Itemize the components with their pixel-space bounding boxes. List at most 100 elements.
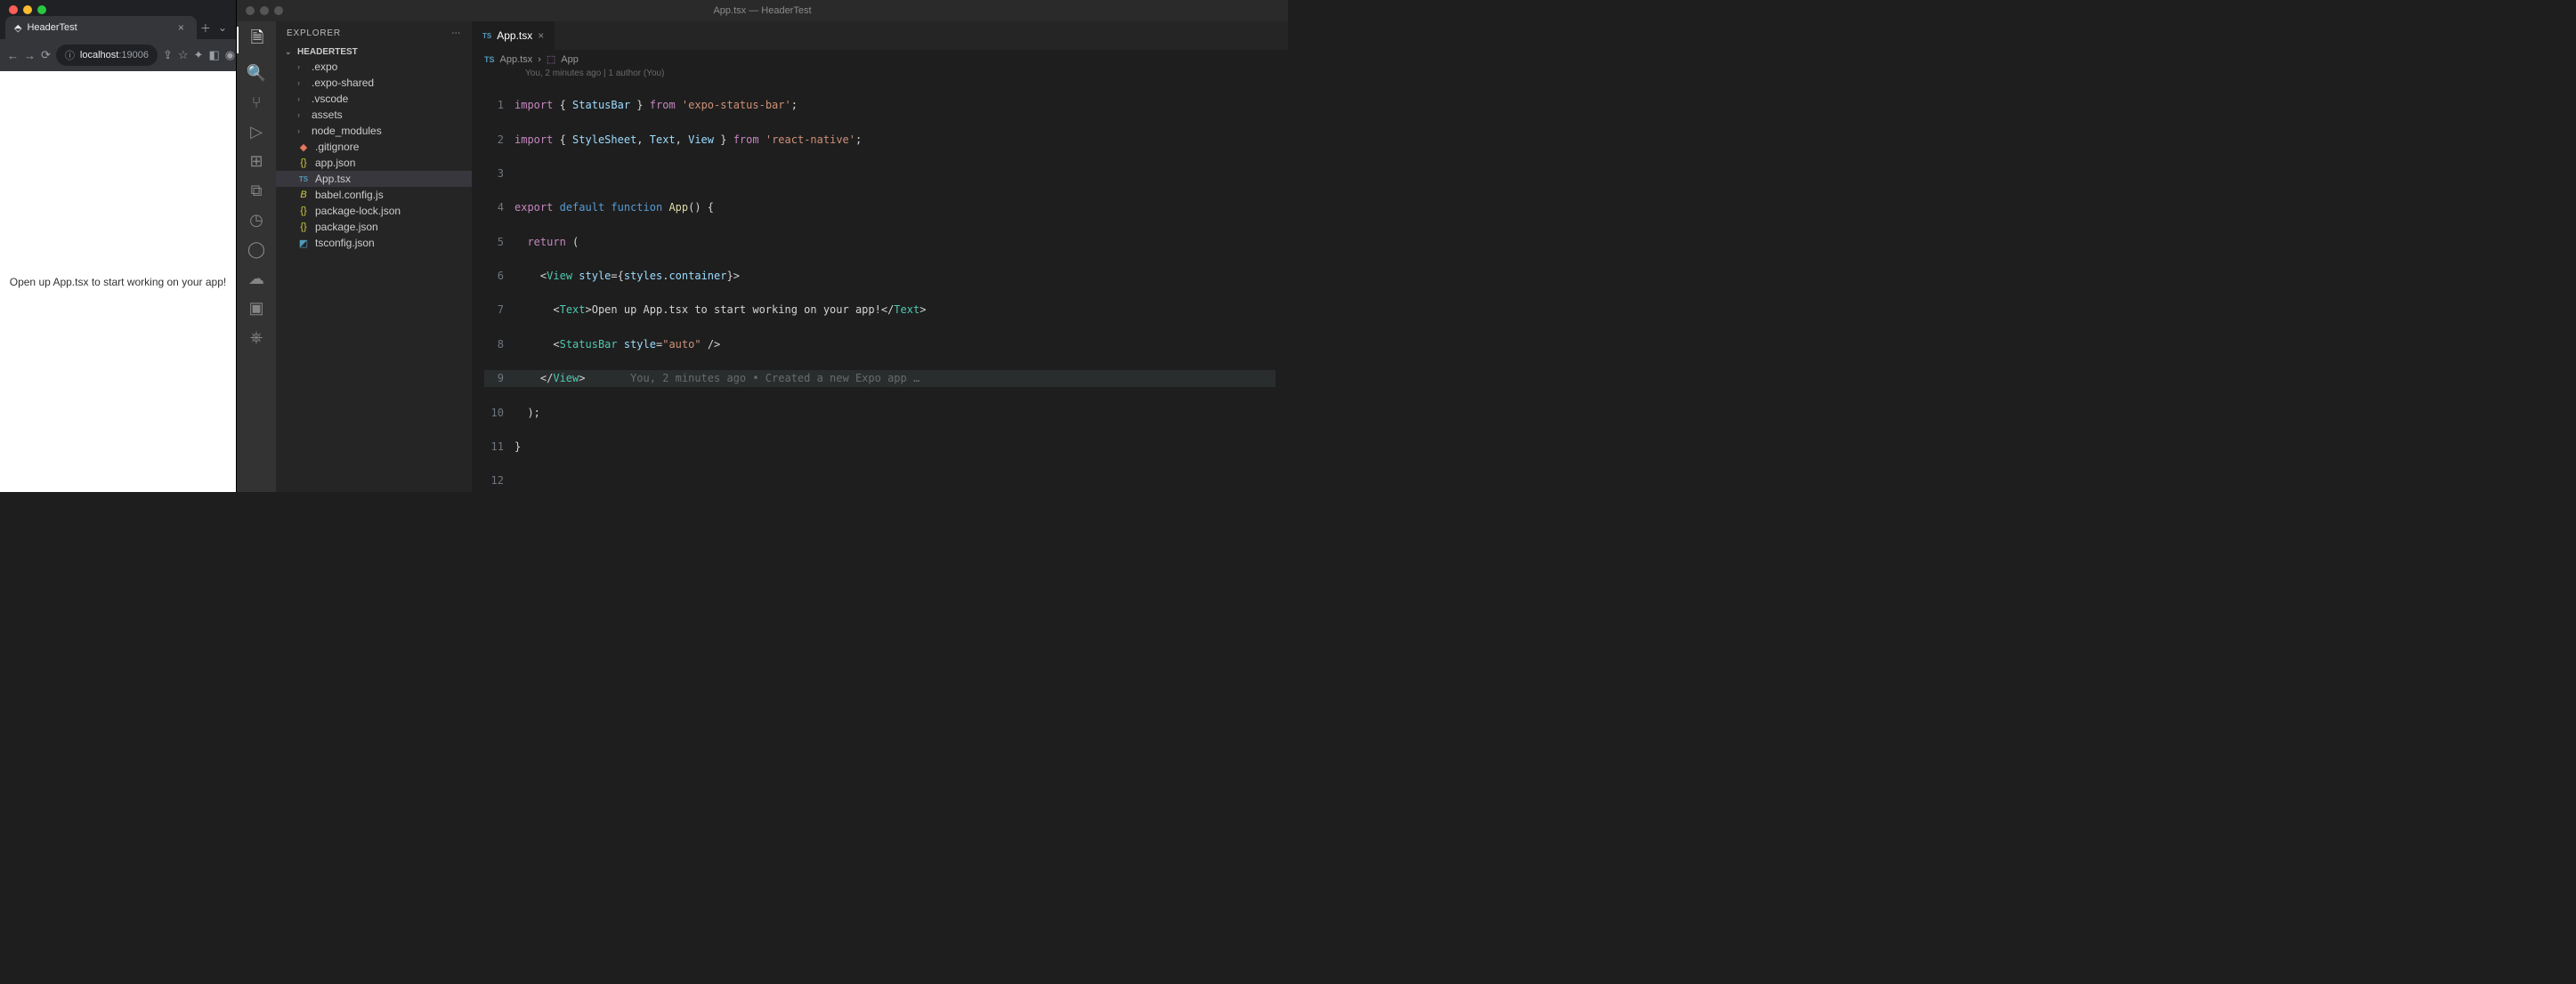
breadcrumb[interactable]: TS App.tsx › ⬚ App [472, 50, 1288, 69]
editor-tab-label: App.tsx [497, 29, 532, 42]
chevron-right-icon: › [297, 78, 306, 87]
explorer-label: EXPLORER [287, 28, 341, 38]
chevron-right-icon: › [538, 54, 541, 65]
code-editor[interactable]: 1import { StatusBar } from 'expo-status-… [472, 80, 1288, 492]
file-label: tsconfig.json [315, 237, 375, 249]
babel-icon: B [297, 190, 310, 200]
chevron-down-icon: ⌄ [285, 47, 294, 57]
file-tree: › .expo › .expo-shared › .vscode › assets ›n… [276, 59, 472, 492]
json-icon: {} [297, 222, 310, 232]
explorer-more-button[interactable]: ⋯ [451, 28, 461, 38]
bookmark-button[interactable]: ☆ [178, 48, 189, 62]
folder-vscode[interactable]: › .vscode [276, 91, 472, 107]
file-label: babel.config.js [315, 189, 384, 201]
source-control-icon[interactable]: ⑂ [237, 93, 276, 112]
activity-bar: 🗎 🔍 ⑂ ▷ ⊞ ⧉ ◷ ◯ ☁ ▣ ⎈ [237, 21, 276, 492]
file-label: assets [312, 109, 343, 121]
github-icon[interactable]: ◯ [237, 240, 276, 259]
sidepanel-button[interactable]: ◧ [208, 48, 219, 62]
file-gitignore[interactable]: ◆ .gitignore [276, 139, 472, 155]
browser-tab-active[interactable]: ⬘ HeaderTest × [5, 16, 197, 39]
docker-icon[interactable]: ▣ [237, 299, 276, 318]
share-button[interactable]: ⇪ [163, 48, 173, 62]
extensions-button[interactable]: ✦ [194, 48, 204, 62]
explorer-header: EXPLORER ⋯ [276, 21, 472, 45]
back-button[interactable]: ← [7, 49, 19, 62]
file-package-lock[interactable]: {} package-lock.json [276, 203, 472, 219]
cloud-icon[interactable]: ☁ [237, 270, 276, 288]
chevron-right-icon: › [297, 62, 306, 71]
file-label: node_modules [312, 125, 382, 137]
profile-button[interactable]: ◉ [225, 48, 235, 62]
forward-button[interactable]: → [24, 49, 36, 62]
folder-expo-shared[interactable]: › .expo-shared [276, 75, 472, 91]
maximize-window-button[interactable] [37, 5, 46, 14]
line-number: 3 [484, 165, 514, 182]
project-name: HEADERTEST [297, 47, 358, 57]
explorer-icon[interactable]: 🗎 [237, 27, 276, 53]
tab-favicon-icon: ⬘ [14, 22, 21, 34]
address-host: localhost [80, 50, 118, 60]
extensions-icon[interactable]: ⊞ [237, 152, 276, 171]
ts-icon: TS [297, 175, 310, 183]
live-share-icon[interactable]: ◷ [237, 211, 276, 230]
ts-icon: TS [482, 32, 491, 40]
file-label: .expo [312, 60, 337, 73]
line-number: 12 [484, 472, 514, 489]
tab-close-button[interactable]: × [174, 21, 188, 34]
json-icon: {} [297, 206, 310, 216]
reload-button[interactable]: ⟳ [41, 48, 51, 62]
vscode-minimize-button[interactable] [260, 6, 269, 15]
browser-toolbar: ← → ⟳ ⓘ localhost:19006 ⇪ ☆ ✦ ◧ ◉ ⋮ [0, 39, 236, 71]
chevron-right-icon: › [297, 110, 306, 119]
browser-viewport: Open up App.tsx to start working on your… [0, 71, 236, 492]
vscode-maximize-button[interactable] [274, 6, 283, 15]
editor-tab-close-button[interactable]: × [538, 29, 544, 42]
app-root-text: Open up App.tsx to start working on your… [10, 276, 226, 288]
editor-tab-app-tsx[interactable]: TS App.tsx × [472, 21, 555, 50]
vscode-traffic-lights [246, 6, 283, 15]
git-icon: ◆ [297, 141, 310, 153]
project-root[interactable]: ⌄ HEADERTEST [276, 45, 472, 59]
tab-dropdown-button[interactable]: ⌄ [215, 21, 231, 34]
address-port: :19006 [118, 50, 149, 60]
vscode-window: App.tsx — HeaderTest 🗎 🔍 ⑂ ▷ ⊞ ⧉ ◷ ◯ ☁ ▣… [237, 0, 1288, 492]
breadcrumb-symbol: App [561, 54, 579, 65]
run-debug-icon[interactable]: ▷ [237, 123, 276, 141]
file-label: package-lock.json [315, 205, 401, 217]
kubernetes-icon[interactable]: ⎈ [237, 328, 276, 347]
tab-title: HeaderTest [27, 22, 168, 33]
folder-assets[interactable]: › assets [276, 107, 472, 123]
minimize-window-button[interactable] [23, 5, 32, 14]
file-app-tsx[interactable]: TS App.tsx [276, 171, 472, 187]
file-label: .expo-shared [312, 77, 374, 89]
chevron-right-icon: › [297, 94, 306, 103]
new-tab-button[interactable]: ＋ [197, 20, 215, 36]
file-label: .vscode [312, 93, 348, 105]
breadcrumb-file: App.tsx [500, 54, 533, 65]
codelens[interactable]: You, 2 minutes ago | 1 author (You) [472, 69, 1288, 80]
folder-node-modules[interactable]: ›node_modules [276, 123, 472, 139]
file-tsconfig[interactable]: ◩tsconfig.json [276, 235, 472, 251]
site-info-icon[interactable]: ⓘ [65, 48, 75, 62]
editor-tabs: TS App.tsx × [472, 21, 1288, 50]
file-app-json[interactable]: {}app.json [276, 155, 472, 171]
ts-icon: TS [484, 55, 495, 64]
file-label: .gitignore [315, 141, 359, 153]
file-label: App.tsx [315, 173, 351, 185]
remote-icon[interactable]: ⧉ [237, 181, 276, 200]
line-number: 9 [484, 370, 514, 387]
browser-window: ⬘ HeaderTest × ＋ ⌄ ← → ⟳ ⓘ localhost:190… [0, 0, 237, 492]
search-icon[interactable]: 🔍 [237, 64, 276, 83]
close-window-button[interactable] [9, 5, 18, 14]
symbol-icon: ⬚ [547, 53, 555, 65]
file-babel-config[interactable]: Bbabel.config.js [276, 187, 472, 203]
vscode-close-button[interactable] [246, 6, 255, 15]
line-number: 1 [484, 97, 514, 114]
folder-expo[interactable]: › .expo [276, 59, 472, 75]
line-number: 7 [484, 302, 514, 319]
browser-titlebar [0, 0, 236, 16]
file-package-json[interactable]: {}package.json [276, 219, 472, 235]
address-bar[interactable]: ⓘ localhost:19006 [56, 44, 158, 66]
editor-area: TS App.tsx × TS App.tsx › ⬚ App You, 2 m… [472, 21, 1288, 492]
